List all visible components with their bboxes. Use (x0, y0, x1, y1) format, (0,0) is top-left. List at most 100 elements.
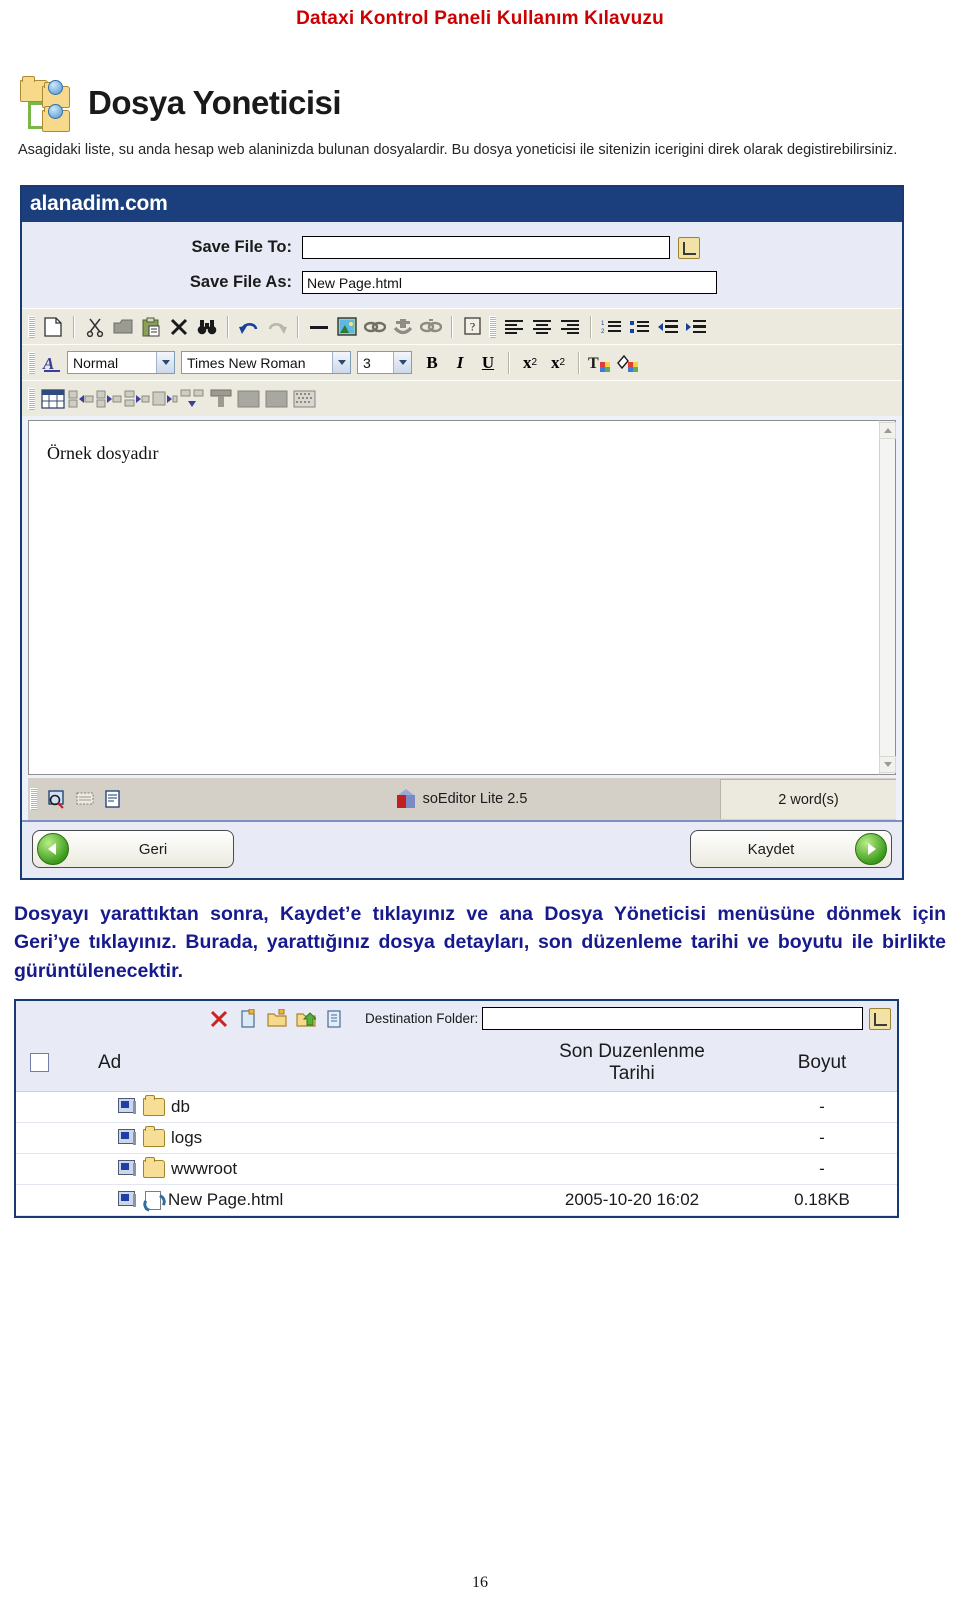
insert-row-above-icon[interactable] (67, 385, 95, 413)
table-properties-icon[interactable] (263, 385, 291, 413)
back-button-label: Geri (138, 840, 168, 858)
bold-button[interactable]: B (418, 349, 446, 377)
font-style-icon[interactable]: A (39, 349, 67, 377)
align-left-icon[interactable] (500, 313, 528, 341)
table-row[interactable]: logs - (16, 1122, 897, 1154)
editor-statusbar: soEditor Lite 2.5 2 word(s) (28, 778, 896, 821)
copy-icon[interactable] (109, 313, 137, 341)
editor-toolbar-row3 (22, 380, 902, 417)
chevron-down-icon[interactable] (156, 352, 174, 374)
row-checkbox-cell (16, 1091, 62, 1123)
svg-text:1: 1 (601, 321, 605, 327)
align-right-icon[interactable] (556, 313, 584, 341)
toolbar-grip[interactable] (28, 387, 35, 410)
horizontal-rule-icon[interactable] (305, 313, 333, 341)
save-file-to-input[interactable] (302, 236, 670, 260)
back-button[interactable]: Geri (32, 830, 234, 869)
toolbar-grip[interactable] (489, 315, 496, 338)
folder-icon (143, 1094, 165, 1116)
preview-icon[interactable] (43, 785, 71, 813)
subscript-button[interactable]: x2 (544, 349, 572, 377)
save-file-as-label: Save File As: (189, 273, 292, 292)
save-file-as-input[interactable] (302, 271, 717, 295)
paragraph-style-select[interactable]: Normal (67, 351, 175, 375)
anchor-icon[interactable] (389, 313, 417, 341)
destination-folder-input[interactable] (482, 1007, 863, 1031)
scroll-up-icon[interactable] (879, 422, 896, 440)
table-row[interactable]: db - (16, 1091, 897, 1123)
row-name-cell: wwwroot (62, 1153, 517, 1185)
save-button[interactable]: Kaydet (690, 830, 892, 869)
row-size-cell: - (747, 1091, 897, 1123)
scroll-down-icon[interactable] (879, 756, 896, 774)
paste-clipboard-icon[interactable] (137, 313, 165, 341)
new-folder-icon[interactable] (264, 1006, 290, 1032)
design-view-icon[interactable] (71, 785, 99, 813)
upload-file-icon[interactable] (293, 1006, 319, 1032)
toolbar-grip[interactable] (28, 315, 35, 338)
help-question-icon[interactable]: ? (459, 313, 487, 341)
cut-scissors-icon[interactable] (81, 313, 109, 341)
save-file-as-row: Save File As: (22, 271, 902, 295)
browse-folder-icon[interactable] (678, 236, 700, 259)
delete-red-x-icon[interactable] (206, 1006, 232, 1032)
cell-properties-icon[interactable] (235, 385, 263, 413)
numbered-list-icon[interactable]: 12 (598, 313, 626, 341)
font-family-select[interactable]: Times New Roman (181, 351, 351, 375)
highlight-color-icon[interactable] (614, 349, 642, 377)
remove-link-icon[interactable] (417, 313, 445, 341)
table-row[interactable]: wwwroot - (16, 1153, 897, 1185)
decrease-indent-icon[interactable] (654, 313, 682, 341)
merge-cells-icon[interactable] (179, 385, 207, 413)
save-button-label: Kaydet (747, 840, 795, 858)
file-name[interactable]: db (171, 1097, 190, 1117)
split-cell-icon[interactable] (207, 385, 235, 413)
page-number: 16 (472, 1574, 488, 1591)
editor-content[interactable]: Örnek dosyadır (28, 420, 879, 776)
superscript-button[interactable]: x2 (516, 349, 544, 377)
italic-button[interactable]: I (446, 349, 474, 377)
file-name[interactable]: New Page.html (168, 1190, 283, 1210)
editor-scrollbar[interactable] (879, 420, 896, 776)
font-size-select[interactable]: 3 (357, 351, 412, 375)
toolbar-separator (578, 351, 580, 374)
table-row[interactable]: New Page.html 2005-10-20 16:02 0.18KB (16, 1184, 897, 1216)
insert-link-icon[interactable] (361, 313, 389, 341)
file-name[interactable]: wwwroot (171, 1159, 237, 1179)
file-name[interactable]: logs (171, 1128, 202, 1148)
arrow-left-circle-icon (37, 833, 69, 866)
new-document-icon[interactable] (39, 313, 67, 341)
find-binoculars-icon[interactable] (193, 313, 221, 341)
underline-button[interactable]: U (474, 349, 502, 377)
insert-image-icon[interactable] (333, 313, 361, 341)
text-color-icon[interactable]: T (586, 349, 614, 377)
insert-row-below-icon[interactable] (95, 385, 123, 413)
select-all-checkbox[interactable] (29, 1053, 49, 1073)
align-center-icon[interactable] (528, 313, 556, 341)
arrow-right-circle-icon (855, 833, 887, 866)
toolbar-separator (227, 315, 229, 338)
section-heading: Dosya Yoneticisi (18, 72, 960, 134)
delete-cell-icon[interactable] (151, 385, 179, 413)
monitor-icon (118, 1098, 137, 1115)
html-source-icon[interactable] (99, 785, 127, 813)
increase-indent-icon[interactable] (682, 313, 710, 341)
row-size-cell: - (747, 1122, 897, 1154)
browse-folder-icon[interactable] (869, 1007, 891, 1030)
file-list-table: Ad Son Duzenlenme Tarihi Boyut db - logs… (16, 1036, 897, 1216)
table-background-icon[interactable] (291, 385, 319, 413)
chevron-down-icon[interactable] (393, 352, 411, 374)
insert-column-icon[interactable] (123, 385, 151, 413)
insert-table-icon[interactable] (39, 385, 67, 413)
html-file-icon (140, 1190, 169, 1216)
bulleted-list-icon[interactable] (626, 313, 654, 341)
chevron-down-icon[interactable] (332, 352, 350, 374)
undo-arrow-icon[interactable] (235, 313, 263, 341)
new-file-icon[interactable] (235, 1006, 261, 1032)
toolbar-grip[interactable] (28, 351, 35, 374)
redo-arrow-icon[interactable] (263, 313, 291, 341)
delete-x-icon[interactable] (165, 313, 193, 341)
copy-file-icon[interactable] (322, 1006, 348, 1032)
toolbar-separator (73, 315, 75, 338)
statusbar-view-buttons (41, 785, 127, 813)
